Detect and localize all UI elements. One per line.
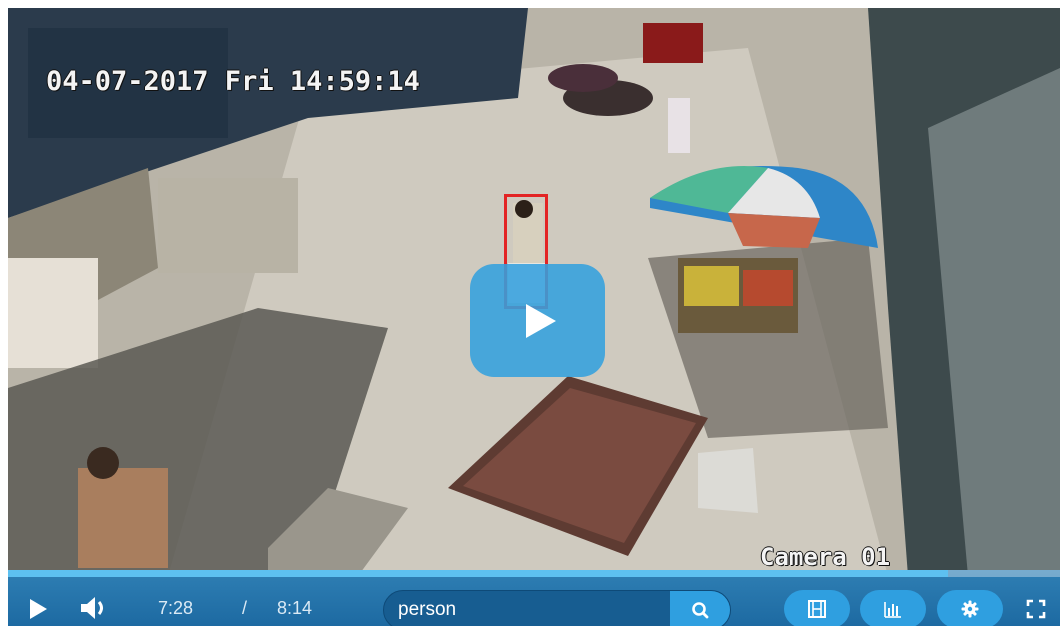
- current-time: 7:28: [158, 598, 194, 618]
- progress-fill: [8, 570, 949, 577]
- search-button[interactable]: [670, 591, 730, 626]
- volume-icon: [81, 597, 103, 619]
- gear-icon: [961, 600, 979, 618]
- fullscreen-button[interactable]: [1026, 599, 1046, 624]
- overlay-camera-label: Camera 01: [760, 543, 891, 571]
- settings-button[interactable]: [937, 590, 1003, 626]
- search-box: [383, 590, 731, 626]
- play-button[interactable]: [28, 598, 48, 625]
- analytics-button[interactable]: [860, 590, 926, 626]
- bar-chart-icon: [884, 602, 901, 618]
- fullscreen-icon: [1026, 599, 1046, 619]
- play-icon: [30, 599, 47, 619]
- overlay-timestamp: 04-07-2017 Fri 14:59:14: [46, 66, 420, 97]
- search-icon: [692, 602, 709, 619]
- film-icon: [808, 600, 826, 618]
- video-player[interactable]: 04-07-2017 Fri 14:59:14 Camera 01 7:28 /…: [8, 8, 1060, 626]
- clips-button[interactable]: [784, 590, 850, 626]
- play-icon: [526, 304, 556, 338]
- time-separator: /: [242, 598, 248, 618]
- big-play-button[interactable]: [470, 264, 605, 377]
- volume-button[interactable]: [80, 596, 110, 625]
- search-input[interactable]: [384, 591, 670, 626]
- duration: 8:14: [277, 598, 313, 618]
- progress-bar[interactable]: [8, 570, 1060, 577]
- control-bar: 7:28 / 8:14: [8, 570, 1060, 626]
